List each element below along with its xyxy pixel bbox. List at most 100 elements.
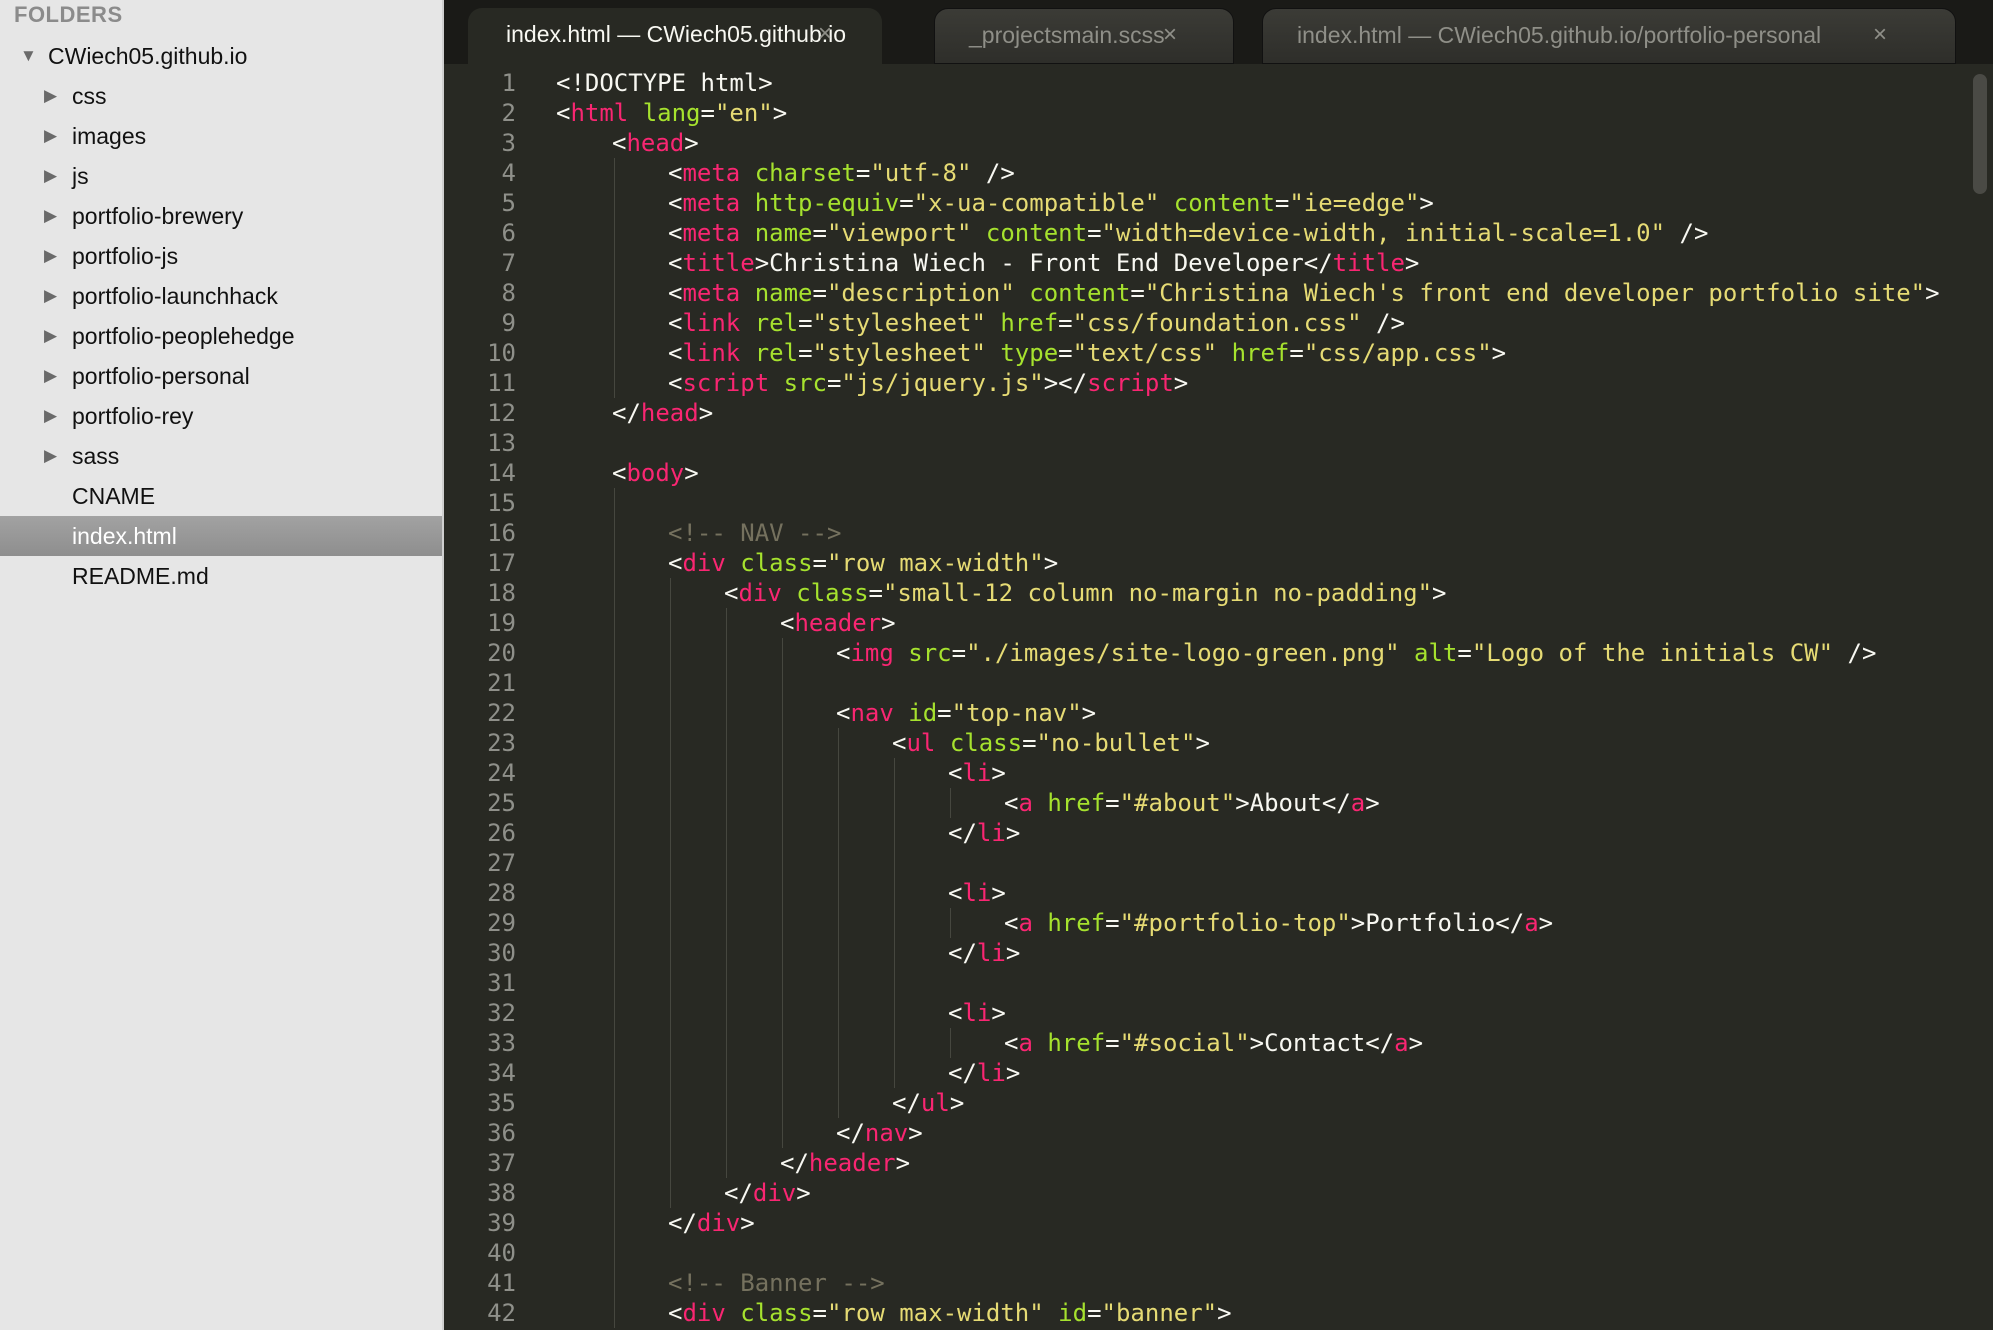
code-text: </li> [948, 1058, 1020, 1088]
folder-item[interactable]: ▼ CWiech05.github.io [0, 36, 442, 76]
code-token: < [612, 129, 627, 157]
disclosure-collapsed-icon[interactable]: ▶ [44, 396, 57, 436]
folder-item[interactable]: ▶ portfolio-launchhack [0, 276, 442, 316]
code-token: ></ [1043, 369, 1088, 397]
code-token: < [1004, 909, 1019, 937]
code-text: <head> [612, 128, 699, 158]
code-token: "small-12 column no-margin no-padding" [882, 579, 1433, 607]
editor-tab[interactable]: _projectsmain.scss × [934, 8, 1234, 64]
code-token: = [1022, 729, 1037, 757]
close-tab-icon[interactable]: × [1163, 9, 1177, 61]
code-token: </ [948, 819, 977, 847]
code-text: <a href="#about">About</a> [1004, 788, 1380, 818]
close-tab-icon[interactable]: × [818, 8, 832, 60]
code-token: class [796, 579, 869, 607]
code-token: < [836, 639, 851, 667]
line-number: 38 [487, 1179, 516, 1207]
line-number: 16 [487, 519, 516, 547]
folder-item[interactable]: ▶ portfolio-js [0, 236, 442, 276]
disclosure-collapsed-icon[interactable]: ▶ [44, 356, 57, 396]
folder-item[interactable]: ▶ js [0, 156, 442, 196]
tree-item-label: portfolio-js [72, 243, 179, 269]
folder-item[interactable]: ▶ sass [0, 436, 442, 476]
code-token: = [812, 1299, 827, 1327]
code-token: "description" [826, 279, 1015, 307]
disclosure-collapsed-icon[interactable]: ▶ [44, 276, 57, 316]
editor-tab[interactable]: index.html — CWiech05.github.io × [468, 8, 882, 64]
line-number: 30 [487, 939, 516, 967]
line-number: 28 [487, 879, 516, 907]
line-number: 7 [501, 249, 516, 277]
code-text: </head> [612, 398, 713, 428]
folder-item[interactable]: ▶ css [0, 76, 442, 116]
file-item[interactable]: index.html [0, 516, 442, 556]
code-line: 7 <title>Christina Wiech - Front End Deve… [444, 248, 1984, 278]
code-editor[interactable]: 1 <!DOCTYPE html> 2 <html lang="en"> 3 <head>… [444, 64, 1993, 1330]
folder-item[interactable]: ▶ portfolio-personal [0, 356, 442, 396]
close-tab-icon[interactable]: × [1873, 9, 1887, 61]
code-token: > [1491, 339, 1507, 367]
file-item[interactable]: CNAME [0, 476, 442, 516]
code-text: <script src="js/jquery.js"></script> [668, 368, 1188, 398]
code-token: = [812, 279, 827, 307]
code-token: "row max-width" [826, 549, 1044, 577]
code-token: < [668, 159, 683, 187]
file-item[interactable]: README.md [0, 556, 442, 596]
code-token: href [1231, 339, 1290, 367]
code-text: <div class="small-12 column no-margin no… [724, 578, 1447, 608]
code-token: > [1404, 249, 1420, 277]
code-text: <a href="#social">Contact</a> [1004, 1028, 1423, 1058]
line-number: 14 [487, 459, 516, 487]
code-token: "banner" [1101, 1299, 1218, 1327]
disclosure-collapsed-icon[interactable]: ▶ [44, 316, 57, 356]
folder-item[interactable]: ▶ portfolio-peoplehedge [0, 316, 442, 356]
disclosure-collapsed-icon[interactable]: ▶ [44, 76, 57, 116]
code-token: li [962, 999, 992, 1027]
disclosure-collapsed-icon[interactable]: ▶ [44, 236, 57, 276]
line-number: 33 [487, 1029, 516, 1057]
disclosure-collapsed-icon[interactable]: ▶ [44, 156, 57, 196]
sidebar: FOLDERS ▼ CWiech05.github.io ▶ css ▶ images ▶ j… [0, 0, 444, 1330]
code-line: 3 <head> [444, 128, 1984, 158]
line-number: 24 [487, 759, 516, 787]
code-token: = [812, 219, 827, 247]
folder-item[interactable]: ▶ images [0, 116, 442, 156]
disclosure-collapsed-icon[interactable]: ▶ [44, 116, 57, 156]
code-token: </ [836, 1119, 865, 1147]
code-token: </ [948, 939, 977, 967]
editor-tab[interactable]: index.html — CWiech05.github.io/portfoli… [1262, 8, 1956, 64]
code-token: script [1087, 369, 1174, 397]
code-token: title [682, 249, 755, 277]
disclosure-expanded-icon[interactable]: ▼ [20, 36, 37, 76]
code-token: > [949, 1089, 965, 1117]
code-token: link [682, 309, 741, 337]
disclosure-collapsed-icon[interactable]: ▶ [44, 436, 57, 476]
code-token: < [836, 699, 851, 727]
line-number: 21 [487, 669, 516, 697]
code-line: 14 <body> [444, 458, 1984, 488]
code-token: "width=device-width, initial-scale=1.0" [1101, 219, 1666, 247]
code-token: < [668, 369, 683, 397]
line-number: 35 [487, 1089, 516, 1117]
code-token: > [1365, 789, 1380, 817]
disclosure-collapsed-icon[interactable]: ▶ [44, 196, 57, 236]
editor-scrollbar[interactable] [1973, 74, 1987, 194]
code-token: < [668, 339, 683, 367]
line-number: 15 [487, 489, 516, 517]
code-text: <div class="row max-width" id="banner"> [668, 1298, 1232, 1328]
code-token: < [892, 729, 907, 757]
code-line: 11 <script src="js/jquery.js"></script> [444, 368, 1984, 398]
folder-item[interactable]: ▶ portfolio-brewery [0, 196, 442, 236]
line-number: 12 [487, 399, 516, 427]
code-text: <meta name="viewport" content="width=dev… [668, 218, 1708, 248]
code-token: href [1000, 309, 1059, 337]
code-line: 36 </nav> [444, 1118, 1984, 1148]
code-line: 27 [444, 848, 1984, 878]
folder-item[interactable]: ▶ portfolio-rey [0, 396, 442, 436]
code-line: 24 <li> [444, 758, 1984, 788]
code-text: <meta name="description" content="Christ… [668, 278, 1940, 308]
